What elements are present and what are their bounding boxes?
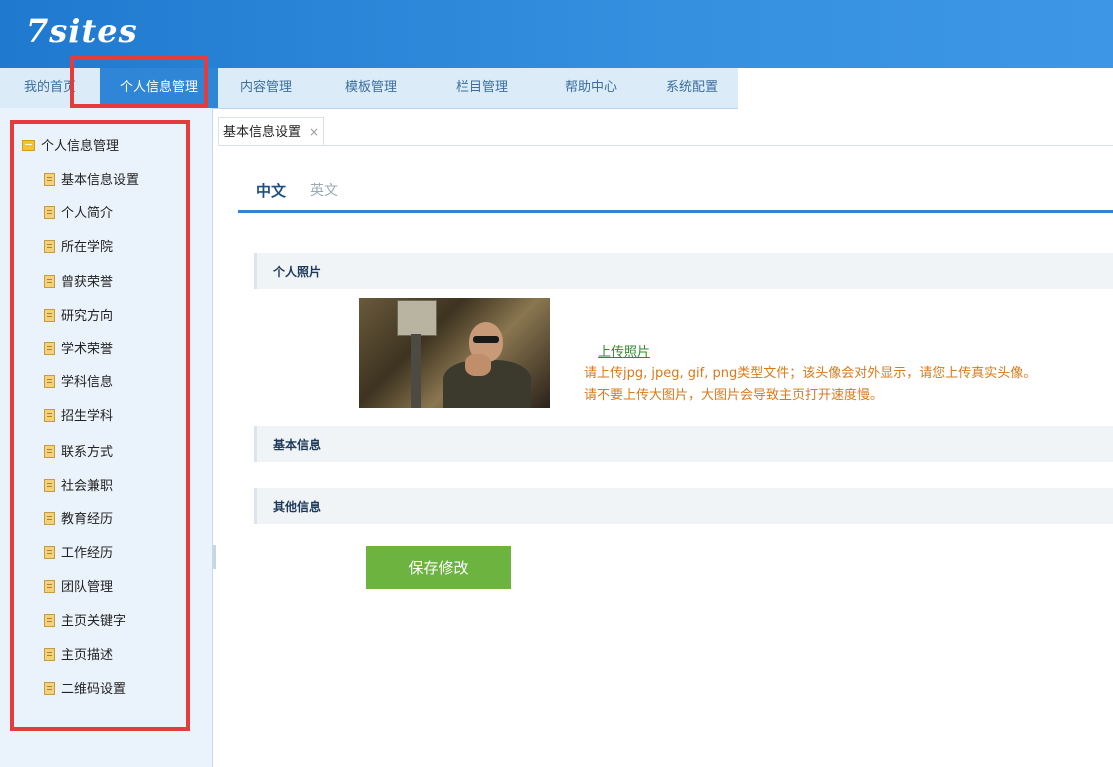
close-icon[interactable]: × bbox=[309, 125, 319, 139]
page-icon bbox=[44, 445, 55, 458]
nav-item-template[interactable]: 模板管理 bbox=[314, 68, 428, 108]
section-title: 基本信息 bbox=[273, 438, 322, 452]
sidebar-item-label: 基本信息设置 bbox=[61, 173, 140, 188]
page-icon bbox=[44, 275, 55, 288]
section-title: 其他信息 bbox=[273, 500, 322, 514]
sidebar-item-college[interactable]: 所在学院 bbox=[44, 237, 113, 259]
nav-item-home[interactable]: 我的首页 bbox=[0, 68, 100, 108]
upload-hint-format: 请上传jpg, jpeg, gif, png类型文件；该头像会对外显示，请您上传… bbox=[584, 366, 1037, 381]
page-icon bbox=[44, 648, 55, 661]
nav-item-content[interactable]: 内容管理 bbox=[218, 68, 314, 108]
page-icon bbox=[44, 342, 55, 355]
nav-item-system[interactable]: 系统配置 bbox=[646, 68, 738, 108]
page-icon bbox=[44, 479, 55, 492]
sidebar-item-label: 团队管理 bbox=[61, 580, 114, 595]
sidebar-item-label: 研究方向 bbox=[61, 309, 114, 324]
photo-sign-shape bbox=[397, 300, 437, 336]
profile-photo bbox=[359, 298, 550, 408]
page-icon bbox=[44, 240, 55, 253]
sidebar-resize-handle[interactable] bbox=[213, 545, 216, 569]
sidebar-item-honors[interactable]: 曾获荣誉 bbox=[44, 272, 113, 294]
nav-item-personal-info[interactable]: 个人信息管理 bbox=[100, 68, 218, 108]
sidebar-root-personal-info[interactable]: 个人信息管理 bbox=[22, 136, 119, 158]
sidebar-item-qrcode[interactable]: 二维码设置 bbox=[44, 679, 126, 701]
page-icon bbox=[44, 682, 55, 695]
sidebar-root-label: 个人信息管理 bbox=[41, 139, 120, 154]
sidebar-item-label: 主页关键字 bbox=[61, 614, 127, 629]
sidebar-item-label: 招生学科 bbox=[61, 409, 114, 424]
sidebar-item-label: 工作经历 bbox=[61, 546, 114, 561]
photo-glasses-shape bbox=[473, 336, 499, 343]
sidebar-item-label: 教育经历 bbox=[61, 512, 114, 527]
section-header-basic[interactable]: 基本信息 bbox=[254, 426, 1113, 462]
sidebar-item-contact[interactable]: 联系方式 bbox=[44, 442, 113, 464]
sidebar-item-keywords[interactable]: 主页关键字 bbox=[44, 611, 126, 633]
save-changes-button[interactable]: 保存修改 bbox=[366, 546, 511, 589]
sidebar-item-social-roles[interactable]: 社会兼职 bbox=[44, 476, 113, 498]
sidebar-item-basic-settings[interactable]: 基本信息设置 bbox=[44, 170, 139, 192]
page-icon bbox=[44, 546, 55, 559]
sidebar-item-label: 联系方式 bbox=[61, 445, 114, 460]
sidebar-item-work[interactable]: 工作经历 bbox=[44, 543, 113, 565]
sidebar-item-label: 学术荣誉 bbox=[61, 342, 114, 357]
sidebar-item-team[interactable]: 团队管理 bbox=[44, 577, 113, 599]
tab-english[interactable]: 英文 bbox=[310, 180, 338, 200]
page-icon bbox=[44, 206, 55, 219]
upload-photo-link[interactable]: 上传照片 bbox=[598, 341, 650, 360]
sidebar-item-label: 所在学院 bbox=[61, 240, 114, 255]
lang-tab-underline bbox=[238, 210, 1113, 213]
tab-divider bbox=[218, 145, 1113, 146]
sidebar-item-label: 二维码设置 bbox=[61, 682, 127, 697]
sidebar-item-label: 社会兼职 bbox=[61, 479, 114, 494]
upload-hint-size: 请不要上传大图片，大图片会导致主页打开速度慢。 bbox=[584, 388, 884, 403]
sidebar-item-profile[interactable]: 个人简介 bbox=[44, 203, 113, 225]
tab-label: 基本信息设置 bbox=[223, 125, 302, 140]
sidebar-item-label: 曾获荣誉 bbox=[61, 275, 114, 290]
page-icon bbox=[44, 580, 55, 593]
sidebar-item-academic-honors[interactable]: 学术荣誉 bbox=[44, 339, 113, 361]
photo-pole-shape bbox=[411, 334, 421, 408]
header-bar: 7sites bbox=[0, 0, 1113, 68]
nav-item-help[interactable]: 帮助中心 bbox=[536, 68, 646, 108]
top-nav: 我的首页 个人信息管理 内容管理 模板管理 栏目管理 帮助中心 系统配置 bbox=[0, 68, 1113, 109]
sidebar-item-education[interactable]: 教育经历 bbox=[44, 509, 113, 531]
sidebar-item-enrollment[interactable]: 招生学科 bbox=[44, 406, 113, 428]
folder-icon bbox=[22, 140, 35, 151]
section-title: 个人照片 bbox=[273, 265, 322, 279]
page-icon bbox=[44, 512, 55, 525]
page-icon bbox=[44, 409, 55, 422]
sidebar-item-label: 学科信息 bbox=[61, 375, 114, 390]
page-icon bbox=[44, 375, 55, 388]
site-logo[interactable]: 7sites bbox=[26, 12, 138, 50]
sidebar-item-description[interactable]: 主页描述 bbox=[44, 645, 113, 667]
page-icon bbox=[44, 173, 55, 186]
section-header-photo: 个人照片 bbox=[254, 253, 1113, 289]
sidebar-item-label: 个人简介 bbox=[61, 206, 114, 221]
page-icon bbox=[44, 614, 55, 627]
tab-basic-settings[interactable]: 基本信息设置 × bbox=[218, 117, 325, 146]
sidebar-item-label: 主页描述 bbox=[61, 648, 114, 663]
page-icon bbox=[44, 309, 55, 322]
nav-item-column[interactable]: 栏目管理 bbox=[428, 68, 536, 108]
tab-chinese[interactable]: 中文 bbox=[256, 180, 286, 201]
photo-hands-shape bbox=[465, 354, 491, 376]
sidebar-item-research[interactable]: 研究方向 bbox=[44, 306, 113, 328]
section-header-other[interactable]: 其他信息 bbox=[254, 488, 1113, 524]
sidebar-item-discipline[interactable]: 学科信息 bbox=[44, 372, 113, 394]
